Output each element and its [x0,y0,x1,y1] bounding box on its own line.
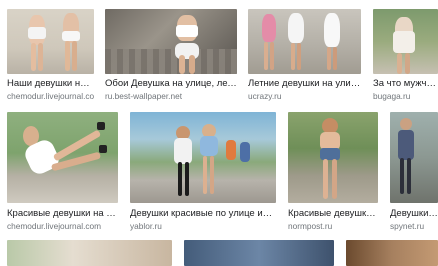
result-title[interactable]: За что мужчины л [373,78,438,90]
result-title[interactable]: Наши девушки на улиц… [7,78,94,90]
result-thumbnail-3[interactable] [248,9,361,74]
result-tile-6[interactable]: Девушки красивые по улице идут, Тве… yab… [130,112,276,231]
result-tile-3[interactable]: Летние девушки на улицах г… ucrazy.ru [248,9,361,101]
result-tile-8[interactable]: Девушки на spynet.ru [390,112,438,231]
result-tile-7[interactable]: Красивые девушки на ули… normpost.ru [288,112,378,231]
result-tile-5[interactable]: Красивые девушки на улица… chemodur.live… [7,112,118,231]
result-title[interactable]: Красивые девушки на ули… [288,208,378,220]
result-tile-2[interactable]: Обои Девушка на улице, лето 1920… ru.bes… [105,9,237,101]
result-thumbnail-8[interactable] [390,112,438,203]
result-domain: normpost.ru [288,221,333,231]
result-thumbnail-6[interactable] [130,112,276,203]
result-thumbnail-5[interactable] [7,112,118,203]
result-domain: yablor.ru [130,221,162,231]
result-thumbnail-9[interactable] [7,240,172,266]
result-title[interactable]: Летние девушки на улицах г… [248,78,361,90]
result-thumbnail-7[interactable] [288,112,378,203]
result-thumbnail-10[interactable] [184,240,334,266]
result-thumbnail-4[interactable] [373,9,438,74]
result-title[interactable]: Девушки на [390,208,438,220]
result-domain: ucrazy.ru [248,91,282,101]
result-title[interactable]: Девушки красивые по улице идут, Тве… [130,208,276,220]
result-domain: ru.best-wallpaper.net [105,91,183,101]
result-tile-1[interactable]: Наши девушки на улиц… chemodur.livejourn… [7,9,94,101]
result-title[interactable]: Красивые девушки на улица… [7,208,118,220]
result-domain: bugaga.ru [373,91,411,101]
result-tile-4[interactable]: За что мужчины л bugaga.ru [373,9,438,101]
result-domain: spynet.ru [390,221,425,231]
result-thumbnail-2[interactable] [105,9,237,74]
result-thumbnail-11[interactable] [346,240,438,266]
result-thumbnail-1[interactable] [7,9,94,74]
result-domain: chemodur.livejournal.com [7,91,94,101]
result-title[interactable]: Обои Девушка на улице, лето 1920… [105,78,237,90]
result-domain: chemodur.livejournal.com [7,221,102,231]
